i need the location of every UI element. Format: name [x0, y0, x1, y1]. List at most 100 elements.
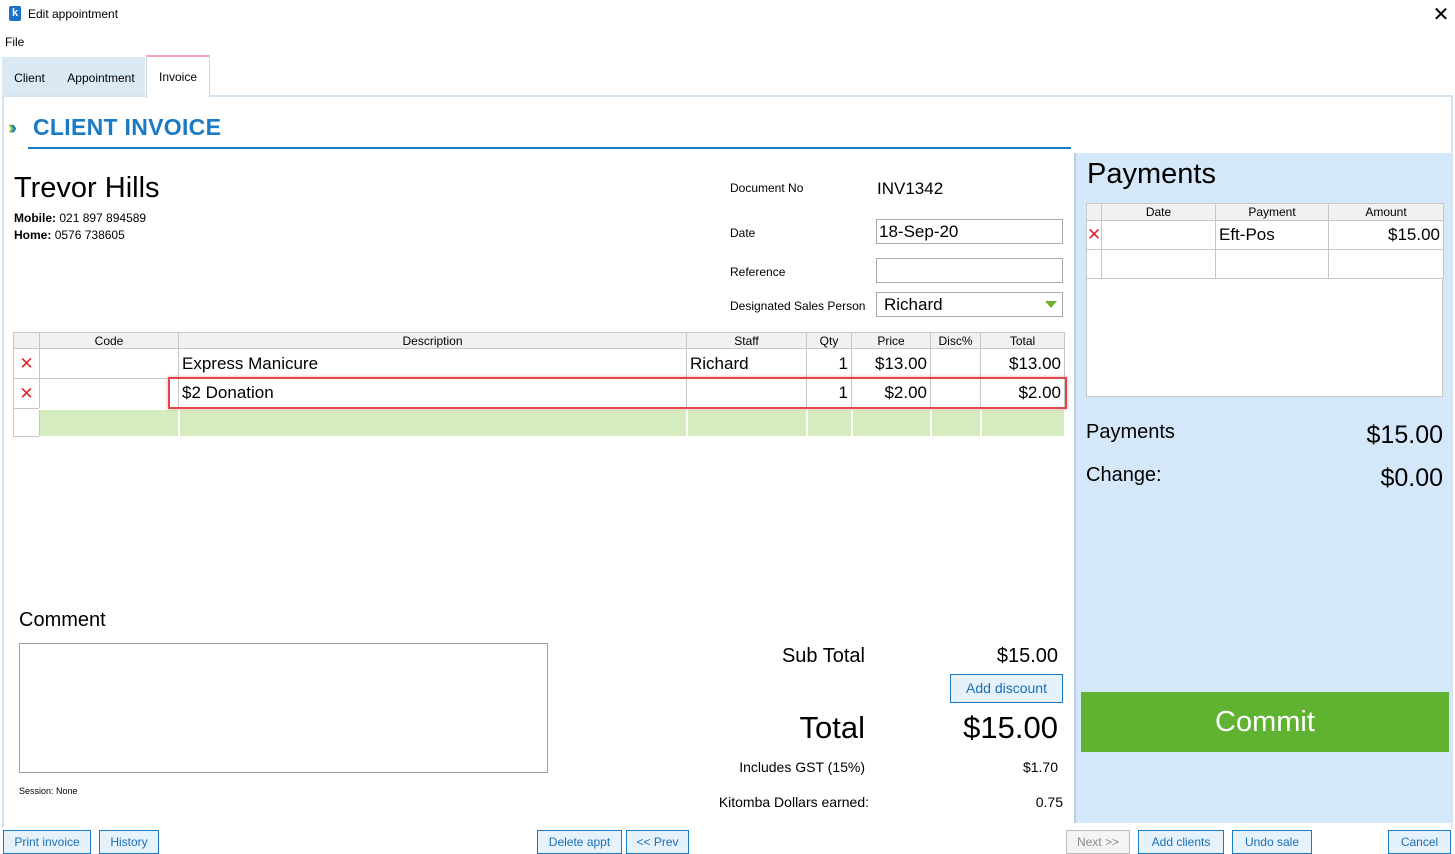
gst-label: Includes GST (15%): [739, 759, 865, 775]
sales-person-label: Designated Sales Person: [730, 299, 866, 313]
undo-sale-button[interactable]: Undo sale: [1232, 830, 1312, 854]
kitomba-dollars-label: Kitomba Dollars earned:: [718, 794, 869, 810]
comment-label: Comment: [19, 609, 106, 631]
new-cell-code[interactable]: [39, 407, 180, 438]
document-no-label: Document No: [730, 181, 804, 195]
heading-divider: [28, 147, 1071, 149]
cell-total[interactable]: $13.00: [980, 348, 1065, 379]
payments-header-row: Date Payment Amount: [1086, 203, 1444, 221]
tab-invoice[interactable]: Invoice: [146, 55, 210, 98]
subtotal-value: $15.00: [996, 645, 1058, 667]
add-discount-button[interactable]: Add discount: [950, 674, 1063, 703]
chevron-right-icon: ›››: [8, 118, 19, 139]
change-value: $0.00: [1380, 464, 1443, 492]
delete-payment-icon[interactable]: ✕: [1086, 220, 1102, 250]
page-title: CLIENT INVOICE: [33, 114, 222, 140]
cancel-button[interactable]: Cancel: [1388, 830, 1451, 854]
delete-row-icon[interactable]: ✕: [13, 348, 40, 379]
delete-appt-button[interactable]: Delete appt: [537, 830, 622, 854]
new-row-marker: [1086, 249, 1102, 279]
column-header-date[interactable]: Date: [1101, 203, 1216, 221]
reference-field[interactable]: [876, 258, 1063, 283]
prev-button[interactable]: << Prev: [626, 830, 689, 854]
client-home: Home: 0576 738605: [14, 228, 125, 242]
home-value: 0576 738605: [54, 228, 125, 242]
total-value: $15.00: [963, 710, 1058, 745]
frame-left: [2, 97, 4, 827]
cell-disc[interactable]: [930, 348, 981, 379]
client-mobile: Mobile: 021 897 894589: [14, 211, 146, 225]
cell-date[interactable]: [1101, 220, 1216, 250]
new-cell-price[interactable]: [851, 407, 932, 438]
column-header-total[interactable]: Total: [980, 332, 1065, 349]
tab-divider: [2, 95, 1453, 97]
column-header-disc[interactable]: Disc%: [930, 332, 981, 349]
cell-price[interactable]: $13.00: [851, 348, 931, 379]
new-cell-description[interactable]: [178, 407, 688, 438]
print-invoice-button[interactable]: Print invoice: [3, 830, 91, 854]
tab-appointment[interactable]: Appointment: [57, 57, 145, 97]
session-text: Session: None: [19, 786, 78, 796]
document-no-value: INV1342: [877, 179, 944, 198]
mobile-label: Mobile:: [14, 211, 56, 225]
sales-person-value: Richard: [884, 295, 943, 314]
new-cell-qty[interactable]: [806, 407, 853, 438]
reference-label: Reference: [730, 265, 786, 279]
new-cell-date[interactable]: [1101, 249, 1216, 279]
history-button[interactable]: History: [99, 830, 159, 854]
menu-file[interactable]: File: [5, 35, 24, 49]
window-title: Edit appointment: [28, 7, 119, 21]
cell-code[interactable]: [39, 378, 179, 409]
date-field[interactable]: 18-Sep-20: [876, 219, 1063, 244]
chevron-down-icon[interactable]: [1045, 301, 1057, 308]
column-header-amount[interactable]: Amount: [1328, 203, 1444, 221]
cell-amount[interactable]: $15.00: [1328, 220, 1444, 250]
mobile-value: 021 897 894589: [59, 211, 147, 225]
new-cell-amount[interactable]: [1328, 249, 1444, 279]
sales-person-select[interactable]: Richard: [876, 292, 1063, 317]
column-header-code[interactable]: Code: [39, 332, 179, 349]
next-button[interactable]: Next >>: [1066, 830, 1130, 854]
table-row[interactable]: ✕ Express Manicure Richard 1 $13.00 $13.…: [13, 348, 1065, 379]
client-name: Trevor Hills: [14, 172, 160, 204]
payments-summary-label: Payments: [1086, 421, 1175, 443]
close-icon[interactable]: ✕: [1432, 2, 1450, 26]
new-item-row[interactable]: [13, 407, 1066, 438]
row-highlight-box: [168, 377, 1067, 409]
new-row-marker: [13, 408, 40, 437]
new-cell-payment[interactable]: [1215, 249, 1329, 279]
app-logo-icon: k: [9, 6, 21, 21]
title-bar: [0, 0, 1455, 28]
change-label: Change:: [1086, 464, 1162, 486]
comment-textarea[interactable]: [19, 643, 548, 773]
column-header-payment[interactable]: Payment: [1215, 203, 1329, 221]
new-cell-staff[interactable]: [686, 407, 808, 438]
cell-qty[interactable]: 1: [806, 348, 852, 379]
column-header-description[interactable]: Description: [178, 332, 687, 349]
gst-value: $1.70: [1022, 759, 1058, 775]
delete-row-icon[interactable]: ✕: [13, 378, 40, 409]
date-label: Date: [730, 226, 756, 240]
tab-client[interactable]: Client: [2, 57, 57, 97]
kitomba-dollars-value: 0.75: [1035, 794, 1063, 810]
new-cell-disc[interactable]: [930, 407, 982, 438]
add-clients-button[interactable]: Add clients: [1138, 830, 1224, 854]
column-header-price[interactable]: Price: [851, 332, 931, 349]
table-row[interactable]: ✕ Eft-Pos $15.00: [1086, 220, 1444, 250]
cell-staff[interactable]: Richard: [686, 348, 807, 379]
cell-description[interactable]: Express Manicure: [178, 348, 687, 379]
payments-table: Date Payment Amount ✕ Eft-Pos $15.00: [1086, 203, 1444, 279]
home-label: Home:: [14, 228, 52, 242]
new-cell-total[interactable]: [980, 407, 1066, 438]
new-payment-row[interactable]: [1086, 249, 1444, 279]
column-header-staff[interactable]: Staff: [686, 332, 807, 349]
column-header-delete: [1086, 203, 1102, 221]
commit-button[interactable]: Commit: [1081, 692, 1449, 752]
column-header-delete: [13, 332, 40, 349]
column-header-qty[interactable]: Qty: [806, 332, 852, 349]
cell-payment[interactable]: Eft-Pos: [1215, 220, 1329, 250]
cell-code[interactable]: [39, 348, 179, 379]
table-header-row: Code Description Staff Qty Price Disc% T…: [13, 332, 1065, 349]
subtotal-label: Sub Total: [781, 645, 865, 667]
payments-title: Payments: [1087, 158, 1216, 190]
